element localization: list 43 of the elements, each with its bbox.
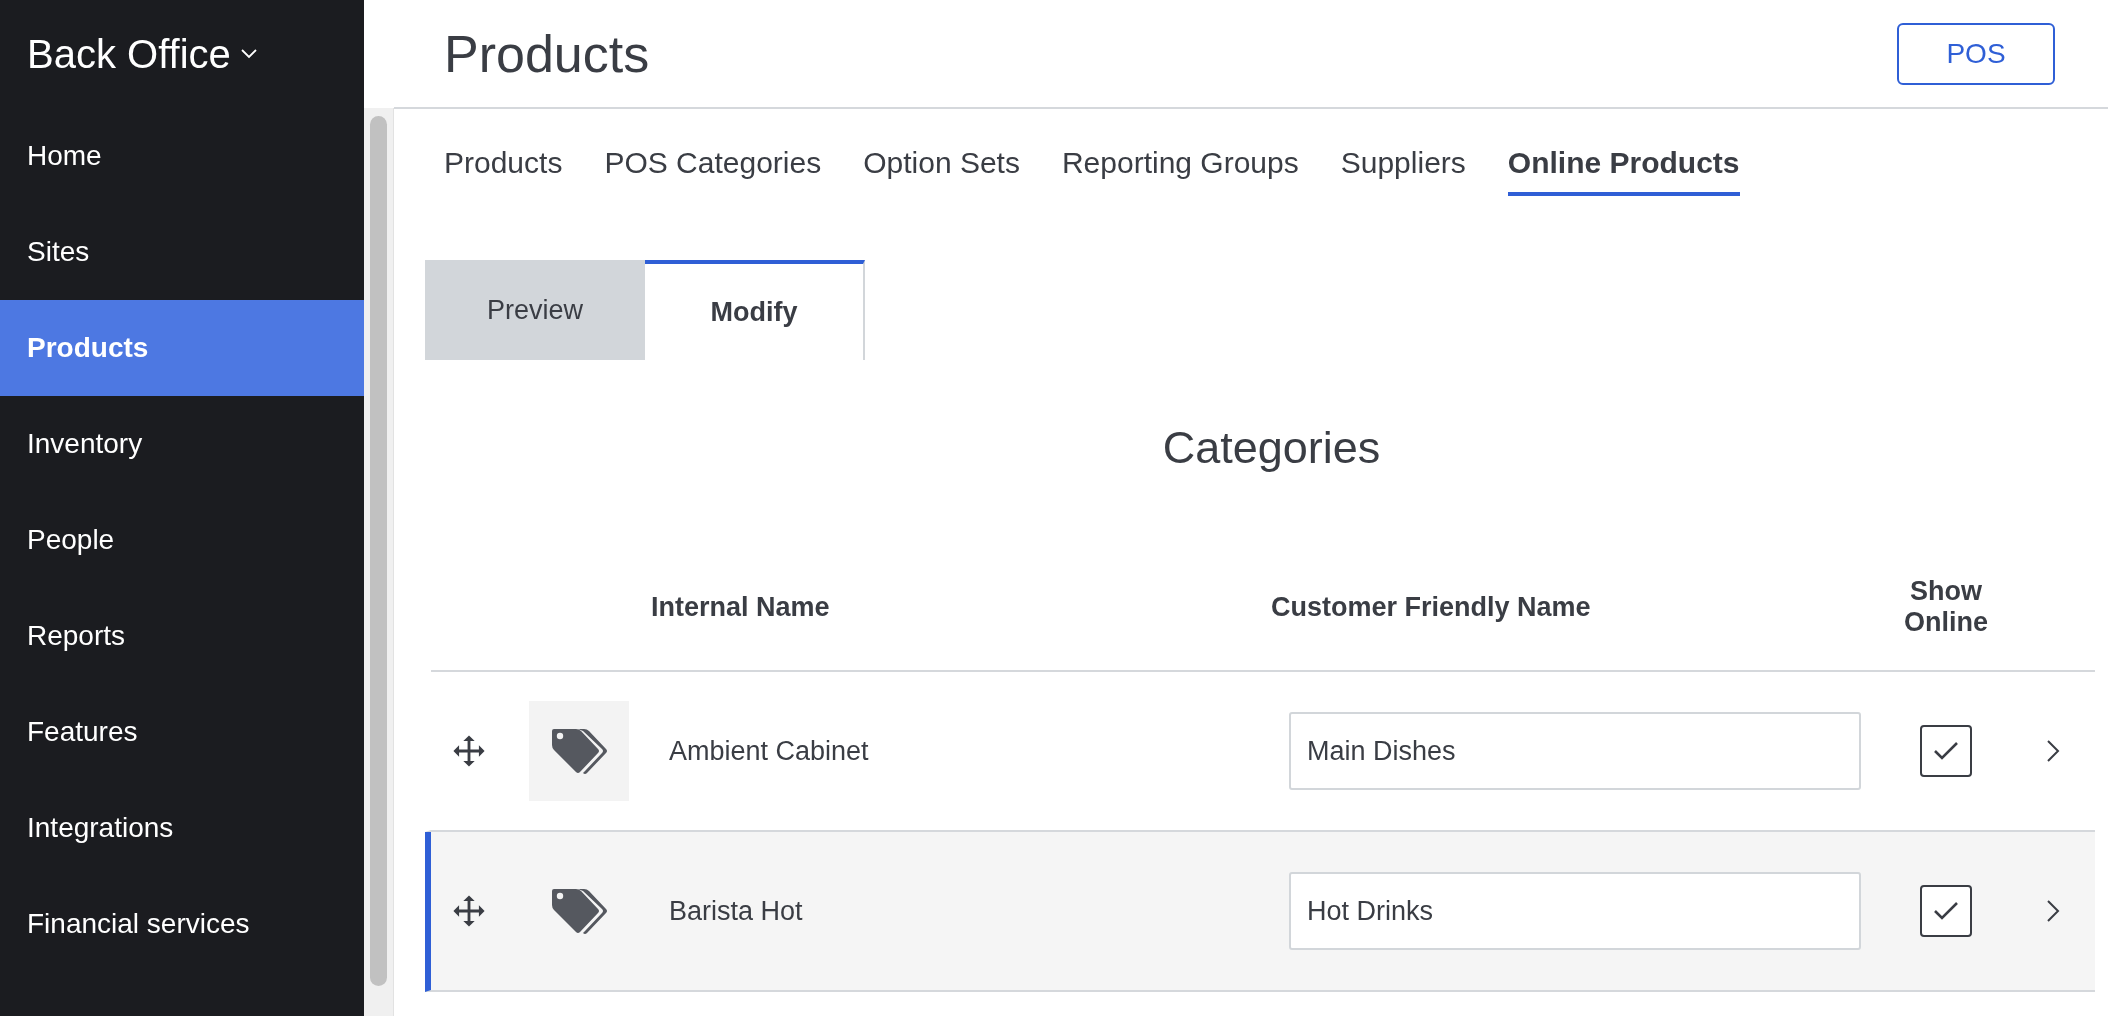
sidebar-item[interactable]: Features <box>0 684 364 780</box>
page-title: Products <box>444 23 650 84</box>
tab[interactable]: Online Products <box>1507 136 1740 196</box>
tags-icon <box>550 887 608 935</box>
internal-name: Ambient Cabinet <box>668 735 870 767</box>
show-online-checkbox[interactable] <box>1920 725 1972 777</box>
table-row[interactable]: Ambient Cabinet Main Dishes <box>425 672 2095 832</box>
column-header: Internal Name <box>651 591 831 623</box>
tab[interactable]: POS Categories <box>604 136 822 196</box>
table-row[interactable]: Barista Hot Hot Drinks <box>425 832 2095 992</box>
scrollbar-track[interactable] <box>364 108 394 1016</box>
sidebar-item[interactable]: Sites <box>0 204 364 300</box>
sidebar-item[interactable]: People <box>0 492 364 588</box>
sidebar-item[interactable]: Integrations <box>0 780 364 876</box>
tab[interactable]: Products <box>444 136 563 196</box>
section-title: Categories <box>1161 422 1382 474</box>
sidebar-item[interactable]: Products <box>0 300 364 396</box>
column-header: Customer Friendly Name <box>1271 591 1592 623</box>
sidebar-item[interactable]: Inventory <box>0 396 364 492</box>
pos-button[interactable]: POS <box>1897 22 2055 85</box>
chevron-down-icon[interactable] <box>240 49 257 59</box>
column-header: Show Online <box>1903 576 1989 638</box>
chevron-right-icon[interactable] <box>2046 899 2060 923</box>
tab[interactable]: Reporting Groups <box>1061 136 1299 196</box>
sidebar-item[interactable]: Reports <box>0 588 364 684</box>
internal-name: Barista Hot <box>668 895 804 927</box>
mode-tab[interactable]: Preview <box>425 260 645 360</box>
scrollbar-thumb[interactable] <box>370 116 387 986</box>
move-icon[interactable] <box>452 894 486 928</box>
chevron-right-icon[interactable] <box>2046 739 2060 763</box>
show-online-checkbox[interactable] <box>1920 885 1972 937</box>
checkmark-icon <box>1933 741 1959 761</box>
checkmark-icon <box>1933 901 1959 921</box>
sidebar-item[interactable]: Home <box>0 108 364 204</box>
mode-tab[interactable]: Modify <box>645 260 865 360</box>
tab[interactable]: Suppliers <box>1340 136 1466 196</box>
customer-name-field[interactable]: Main Dishes <box>1289 712 1861 790</box>
customer-name-field[interactable]: Hot Drinks <box>1289 872 1861 950</box>
app-title[interactable]: Back Office <box>27 31 231 77</box>
tab[interactable]: Option Sets <box>863 136 1020 196</box>
sidebar-item[interactable]: Financial services <box>0 876 364 972</box>
tags-icon <box>550 727 608 775</box>
move-icon[interactable] <box>452 734 486 768</box>
